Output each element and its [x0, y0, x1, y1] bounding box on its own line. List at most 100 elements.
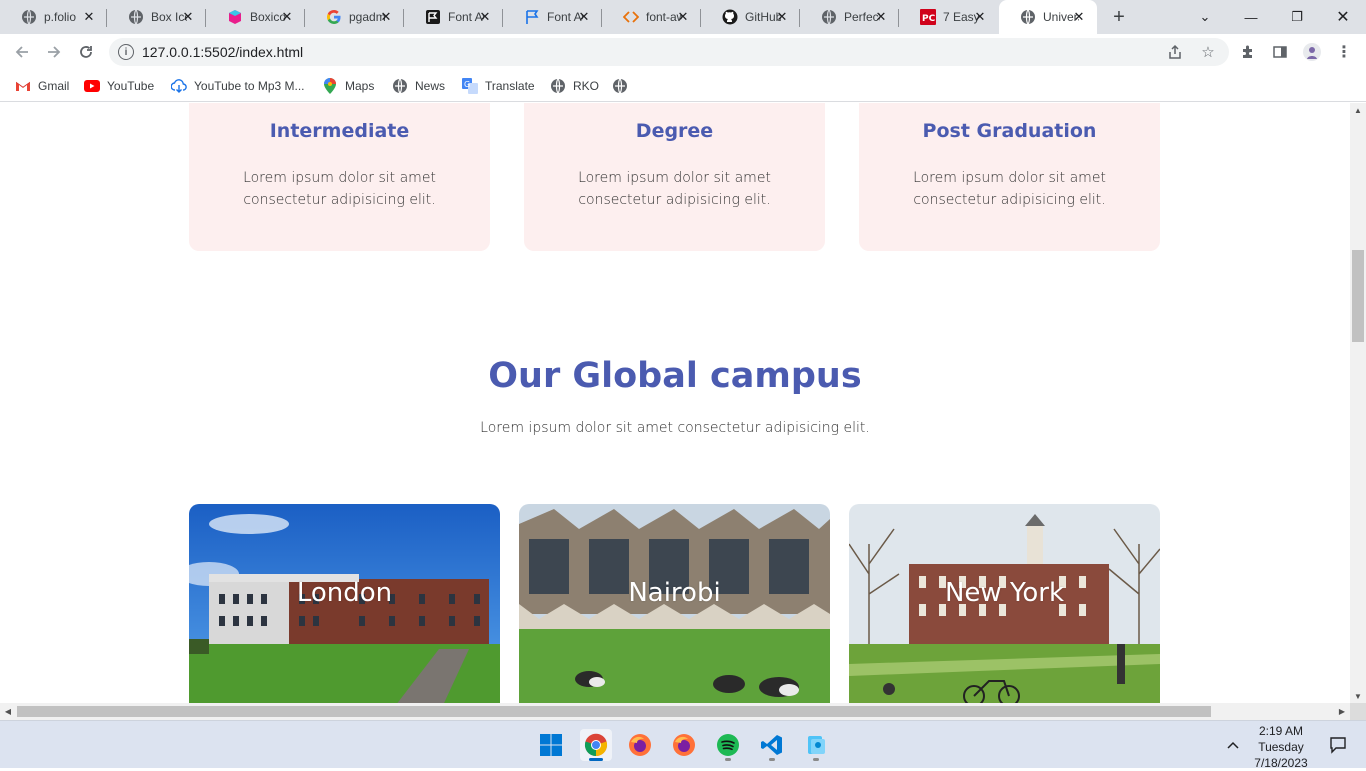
tab-pgadmin[interactable]: pgadmin ✕ — [305, 0, 404, 34]
bookmark-label: Maps — [345, 79, 375, 93]
bookmark-label: Translate — [485, 79, 535, 93]
files-icon[interactable] — [800, 729, 832, 761]
github-icon — [722, 9, 738, 25]
horizontal-scroll-thumb[interactable] — [17, 706, 1211, 717]
vertical-scroll-thumb[interactable] — [1352, 250, 1364, 342]
card-description: Lorem ipsum dolor sit amet consectetur a… — [913, 170, 1106, 208]
bookmark-label: YouTube — [107, 79, 155, 93]
clock-time: 2:19 AM — [1258, 724, 1304, 738]
close-icon[interactable]: ✕ — [972, 9, 988, 25]
scroll-left-icon[interactable]: ◀ — [0, 703, 16, 720]
tab-title: p.folio — [44, 10, 77, 24]
notifications-icon[interactable] — [1326, 721, 1350, 769]
bookmark-star-icon[interactable]: ☆ — [1199, 43, 1217, 61]
bookmark-maps[interactable]: Maps — [322, 76, 374, 96]
tab-boxicons[interactable]: Boxicons ✕ — [206, 0, 305, 34]
close-icon[interactable]: ✕ — [675, 9, 691, 25]
profile-avatar[interactable] — [1303, 43, 1321, 61]
chrome-icon[interactable] — [580, 729, 612, 761]
close-icon[interactable]: ✕ — [477, 9, 493, 25]
close-icon[interactable]: ✕ — [378, 9, 394, 25]
forward-button[interactable] — [40, 38, 68, 66]
campus-name: Nairobi — [628, 578, 721, 608]
tab-7-easy[interactable]: PC 7 Easy ✕ — [899, 0, 998, 34]
close-icon[interactable]: ✕ — [774, 9, 790, 25]
url-text[interactable]: 127.0.0.1:5502/index.html — [142, 44, 303, 60]
bookmark-news[interactable]: News — [392, 76, 445, 96]
vertical-scrollbar[interactable]: ▲ ▼ — [1350, 103, 1366, 703]
tab-search-icon[interactable]: ⌄ — [1182, 0, 1228, 34]
flag-outline-icon — [524, 9, 540, 25]
close-icon[interactable]: ✕ — [576, 9, 592, 25]
close-icon[interactable]: ✕ — [873, 9, 889, 25]
side-panel-icon[interactable] — [1271, 43, 1289, 61]
scroll-down-icon[interactable]: ▼ — [1350, 689, 1366, 703]
system-clock[interactable]: 2:19 AM Tuesday 7/18/2023 — [1248, 723, 1314, 771]
close-icon[interactable]: ✕ — [1071, 9, 1087, 25]
flag-icon — [425, 9, 441, 25]
campus-card-nairobi[interactable]: Nairobi — [519, 504, 830, 703]
bookmark-translate[interactable]: G Translate — [462, 76, 535, 96]
scroll-right-icon[interactable]: ▶ — [1334, 703, 1350, 720]
spotify-icon[interactable] — [712, 729, 744, 761]
globe-icon — [821, 9, 837, 25]
firefox-icon[interactable] — [668, 729, 700, 761]
horizontal-scrollbar[interactable]: ◀ ▶ — [0, 703, 1350, 720]
address-bar[interactable]: i 127.0.0.1:5502/index.html ☆ — [109, 38, 1229, 66]
site-info-icon[interactable]: i — [118, 44, 134, 60]
tab-pfolio[interactable]: p.folio ✕ — [0, 0, 107, 34]
youtube-icon — [84, 78, 100, 94]
reload-icon — [80, 46, 92, 58]
globe-icon — [392, 78, 408, 94]
bookmark-unnamed[interactable] — [612, 76, 635, 96]
campus-section-title: Our Global campus — [488, 356, 862, 396]
reload-button[interactable] — [72, 38, 100, 66]
translate-icon: G — [462, 78, 478, 94]
windows-start-icon[interactable] — [535, 729, 567, 761]
close-icon[interactable]: ✕ — [81, 9, 97, 25]
menu-kebab-icon[interactable]: ⋮ — [1335, 43, 1353, 61]
campus-name: London — [296, 578, 393, 608]
minimize-icon[interactable]: — — [1228, 0, 1274, 34]
close-icon[interactable]: ✕ — [279, 9, 295, 25]
bookmark-rko[interactable]: RKO — [550, 76, 599, 96]
running-indicator — [813, 758, 819, 761]
tray-overflow-icon[interactable] — [1220, 721, 1246, 769]
back-arrow-icon — [15, 46, 28, 58]
tab-github[interactable]: GitHub ✕ — [701, 0, 800, 34]
firefox-icon[interactable] — [624, 729, 656, 761]
bookmarks-bar: Gmail YouTube YouTube to Mp3 M... Maps N… — [0, 70, 1366, 102]
code-icon — [623, 9, 639, 25]
program-card-post-graduation: Post Graduation Lorem ipsum dolor sit am… — [859, 103, 1160, 251]
tab-perfect[interactable]: Perfect ✕ — [800, 0, 899, 34]
tab-box-icons[interactable]: Box Icons ✕ — [107, 0, 206, 34]
extensions-icon[interactable] — [1239, 43, 1257, 61]
tab-university-active[interactable]: University ✕ — [999, 0, 1097, 34]
globe-icon — [550, 78, 566, 94]
svg-text:PC: PC — [922, 14, 936, 24]
new-tab-button[interactable]: + — [1108, 6, 1130, 28]
tab-font-awesome-code[interactable]: font-awesome ✕ — [602, 0, 701, 34]
vscode-icon[interactable] — [756, 729, 788, 761]
gmail-icon — [15, 78, 31, 94]
close-icon[interactable]: ✕ — [180, 9, 196, 25]
bookmark-youtube[interactable]: YouTube — [84, 76, 154, 96]
tab-strip: p.folio ✕ Box Icons ✕ Boxicons ✕ pgadmin… — [0, 0, 1366, 34]
clock-day: Tuesday — [1258, 740, 1304, 754]
share-icon[interactable] — [1166, 43, 1184, 61]
restore-icon[interactable]: ❐ — [1274, 0, 1320, 34]
bookmark-youtube-mp3[interactable]: YouTube to Mp3 M... — [171, 76, 305, 96]
window-close-icon[interactable]: ✕ — [1320, 0, 1366, 34]
globe-icon — [612, 78, 628, 94]
scroll-up-icon[interactable]: ▲ — [1350, 103, 1366, 117]
campus-name: New York — [944, 578, 1065, 608]
boxicons-icon — [227, 9, 243, 25]
tab-font-awesome-2[interactable]: Font Awesome ✕ — [503, 0, 602, 34]
download-icon — [171, 78, 187, 94]
bookmark-gmail[interactable]: Gmail — [15, 76, 69, 96]
campus-card-new-york[interactable]: New York — [849, 504, 1160, 703]
card-title: Post Graduation — [922, 120, 1097, 142]
back-button[interactable] — [8, 38, 36, 66]
tab-font-awesome[interactable]: Font Awesome ✕ — [404, 0, 503, 34]
campus-card-london[interactable]: London — [189, 504, 500, 703]
